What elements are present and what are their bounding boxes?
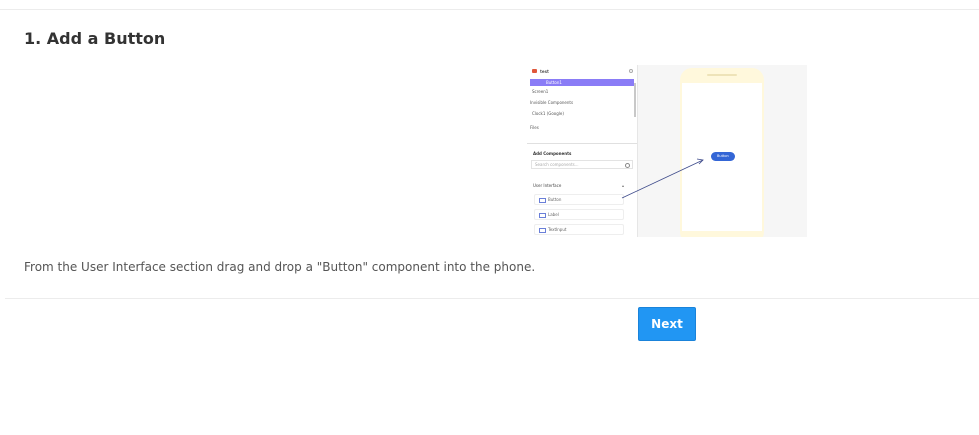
bottom-divider	[5, 298, 979, 299]
step-instruction: From the User Interface section drag and…	[24, 260, 536, 274]
drag-arrow-line	[621, 159, 704, 199]
drag-arrow	[621, 158, 704, 199]
step-title: 1. Add a Button	[24, 29, 166, 48]
top-divider	[0, 9, 979, 10]
tutorial-screenshot: test Button1 Screen1 Invisible Component…	[527, 65, 807, 237]
next-button[interactable]: Next	[638, 307, 696, 341]
